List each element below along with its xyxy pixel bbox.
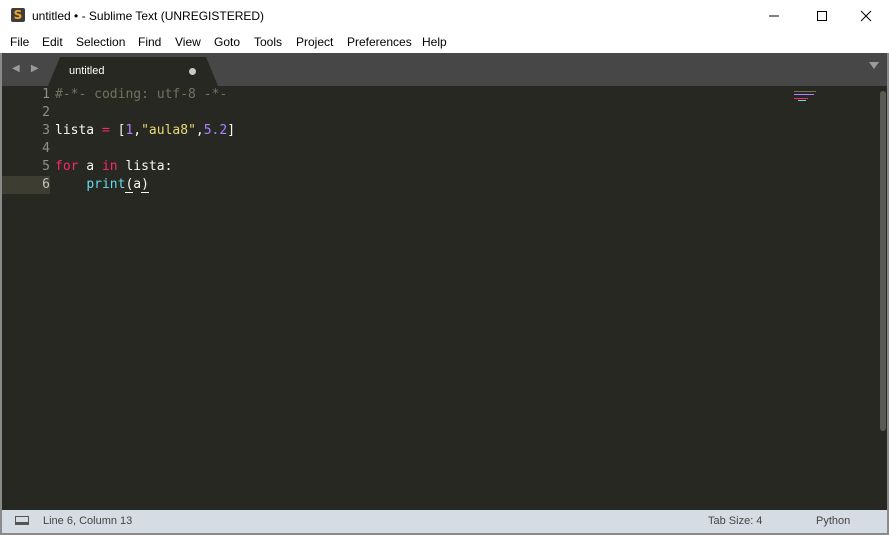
menu-project[interactable]: Project	[296, 35, 333, 49]
line-gutter: 1 2 3 4 5 6	[2, 86, 50, 510]
minimize-button[interactable]	[751, 0, 797, 31]
vertical-scrollbar[interactable]	[880, 91, 886, 431]
code-token: lista	[55, 123, 102, 138]
code-token: )	[141, 177, 149, 193]
status-bar: Line 6, Column 13 Tab Size: 4 Python	[2, 510, 887, 533]
code-token: 5.2	[203, 123, 228, 138]
line-number: 1	[42, 87, 50, 102]
editor[interactable]: 1 2 3 4 5 6 #-*- coding: utf-8 -*- lista …	[2, 86, 887, 510]
tab-size-selector[interactable]: Tab Size: 4	[708, 515, 762, 527]
tab-bar: ◀ ▶ untitled	[2, 53, 887, 86]
menu-file[interactable]: File	[10, 35, 29, 49]
code-line[interactable]: lista = [1,"aula8",5.2]	[55, 122, 235, 140]
code-line[interactable]: #-*- coding: utf-8 -*-	[55, 86, 227, 104]
line-number: 4	[42, 141, 50, 156]
cursor-position: Line 6, Column 13	[43, 515, 133, 527]
tab-label: untitled	[69, 65, 105, 77]
line-number: 2	[42, 105, 50, 120]
code-token: a	[78, 159, 102, 174]
code-token: ,	[133, 123, 142, 138]
window-border-left	[0, 53, 2, 535]
minimap[interactable]	[794, 90, 824, 102]
menu-help[interactable]: Help	[422, 35, 447, 49]
line-number-current: 6	[42, 177, 50, 192]
sublime-text-icon: S	[11, 8, 25, 22]
code-token: ,	[195, 123, 204, 138]
close-icon	[860, 10, 872, 21]
code-token: in	[101, 159, 118, 174]
menu-view[interactable]: View	[175, 35, 201, 49]
menu-edit[interactable]: Edit	[42, 35, 63, 49]
maximize-icon	[817, 10, 827, 21]
close-button[interactable]	[843, 0, 889, 31]
code-token: for	[55, 159, 79, 174]
maximize-button[interactable]	[799, 0, 845, 31]
tab-nav-arrows-icon[interactable]: ◀ ▶	[12, 63, 43, 74]
menu-selection[interactable]: Selection	[76, 35, 125, 49]
code-token: "aula8"	[141, 123, 196, 138]
line-number: 3	[42, 123, 50, 138]
code-token: lista:	[117, 159, 173, 174]
code-token: ]	[227, 123, 236, 138]
tab-dropdown-icon[interactable]	[869, 62, 879, 69]
syntax-selector[interactable]: Python	[816, 515, 850, 527]
code-line[interactable]: print(a)	[55, 176, 149, 194]
code-token: a	[133, 177, 142, 192]
panel-toggle-icon[interactable]	[15, 516, 29, 525]
menu-goto[interactable]: Goto	[214, 35, 240, 49]
line-number: 5	[42, 159, 50, 174]
tab-untitled[interactable]: untitled	[48, 57, 218, 86]
unsaved-dot-icon[interactable]	[189, 68, 196, 75]
menu-tools[interactable]: Tools	[254, 35, 282, 49]
title-bar: S untitled • - Sublime Text (UNREGISTERE…	[0, 0, 889, 31]
menu-bar: File Edit Selection Find View Goto Tools…	[0, 31, 889, 53]
code-token: #-*- coding: utf-8 -*-	[55, 87, 228, 102]
menu-find[interactable]: Find	[138, 35, 161, 49]
window-title: untitled • - Sublime Text (UNREGISTERED)	[32, 9, 265, 23]
minimize-icon	[769, 15, 779, 16]
code-line[interactable]: for a in lista:	[55, 158, 172, 176]
code-token: =	[101, 123, 110, 138]
menu-preferences[interactable]: Preferences	[347, 35, 412, 49]
code-token: print	[86, 177, 126, 192]
code-token: [	[109, 123, 126, 138]
